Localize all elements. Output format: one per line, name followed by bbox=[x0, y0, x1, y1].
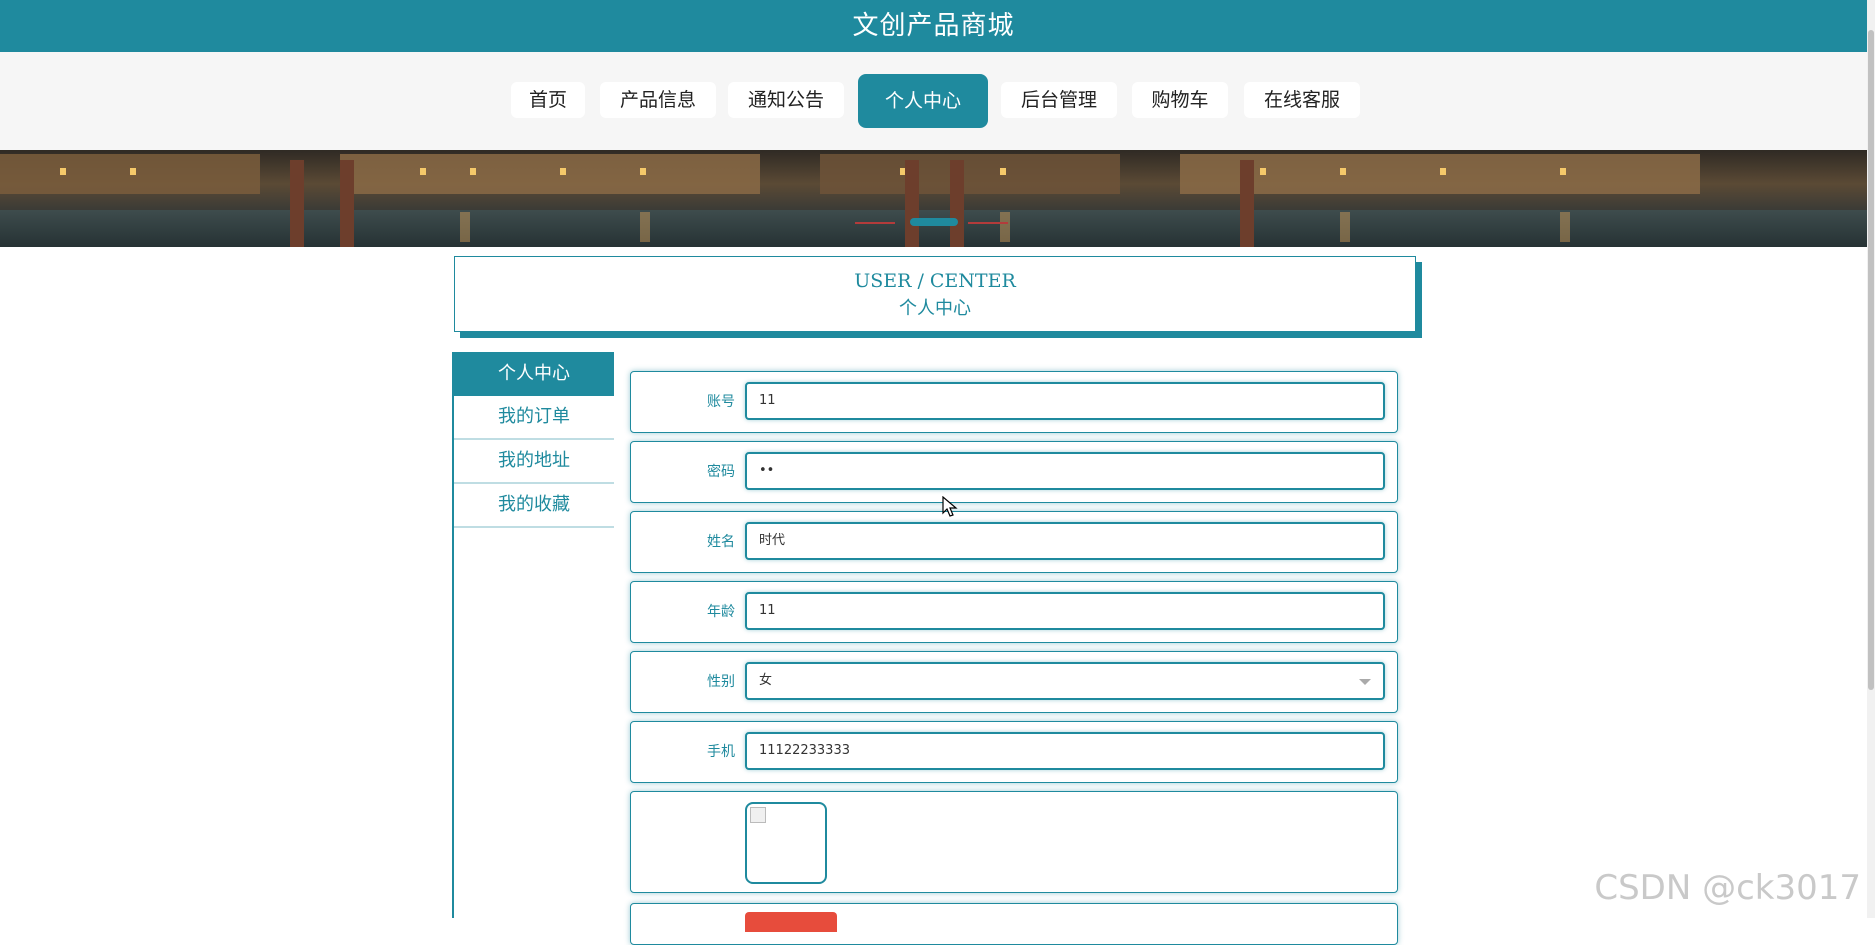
form-row-age: 年龄 11 bbox=[630, 581, 1398, 643]
nav-customer-service[interactable]: 在线客服 bbox=[1244, 82, 1360, 118]
age-label: 年龄 bbox=[707, 604, 735, 620]
mouse-cursor-icon bbox=[942, 496, 958, 517]
nav-products[interactable]: 产品信息 bbox=[600, 82, 716, 118]
form-row-gender: 性别 女 bbox=[630, 651, 1398, 713]
gender-select[interactable]: 女 bbox=[745, 662, 1385, 700]
chevron-down-icon bbox=[1359, 679, 1371, 685]
site-title: 文创产品商城 bbox=[852, 11, 1015, 41]
gender-label: 性别 bbox=[707, 674, 735, 690]
form-row-password: 密码 •• bbox=[630, 441, 1398, 503]
main-nav: 首页 产品信息 通知公告 个人中心 后台管理 购物车 在线客服 bbox=[0, 52, 1867, 150]
carousel-indicator-active[interactable] bbox=[910, 218, 958, 226]
watermark: CSDN @ck3017 bbox=[1594, 868, 1861, 908]
avatar-upload[interactable] bbox=[745, 802, 827, 884]
broken-image-icon bbox=[750, 807, 766, 823]
nav-notices[interactable]: 通知公告 bbox=[728, 82, 844, 118]
nav-cart[interactable]: 购物车 bbox=[1132, 82, 1228, 118]
section-title-en: USER / CENTER bbox=[854, 270, 1016, 292]
sidebar-item-addresses[interactable]: 我的地址 bbox=[454, 440, 614, 484]
section-title-cn: 个人中心 bbox=[899, 298, 971, 319]
sidebar-item-orders[interactable]: 我的订单 bbox=[454, 396, 614, 440]
sidebar-item-user-center[interactable]: 个人中心 bbox=[454, 352, 614, 396]
nav-home[interactable]: 首页 bbox=[511, 82, 585, 118]
form-row-name: 姓名 时代 bbox=[630, 511, 1398, 573]
scrollbar-thumb[interactable] bbox=[1868, 30, 1874, 690]
nav-admin[interactable]: 后台管理 bbox=[1001, 82, 1117, 118]
section-title: USER / CENTER 个人中心 bbox=[454, 256, 1416, 332]
phone-label: 手机 bbox=[707, 744, 735, 760]
password-input[interactable]: •• bbox=[745, 452, 1385, 490]
nav-user-center[interactable]: 个人中心 bbox=[858, 74, 988, 128]
form-row-phone: 手机 11122233333 bbox=[630, 721, 1398, 783]
account-label: 账号 bbox=[707, 394, 735, 410]
form-row-avatar bbox=[630, 791, 1398, 893]
name-input[interactable]: 时代 bbox=[745, 522, 1385, 560]
page-scrollbar[interactable] bbox=[1867, 0, 1875, 918]
submit-button[interactable] bbox=[745, 912, 837, 932]
password-label: 密码 bbox=[707, 464, 735, 480]
carousel-indicator[interactable] bbox=[968, 222, 1008, 224]
sidebar-item-favorites[interactable]: 我的收藏 bbox=[454, 484, 614, 528]
account-input[interactable]: 11 bbox=[745, 382, 1385, 420]
phone-input[interactable]: 11122233333 bbox=[745, 732, 1385, 770]
hero-banner bbox=[0, 150, 1867, 247]
site-header: 文创产品商城 bbox=[0, 0, 1867, 52]
age-input[interactable]: 11 bbox=[745, 592, 1385, 630]
gender-select-value: 女 bbox=[759, 673, 773, 688]
carousel-indicator[interactable] bbox=[855, 222, 895, 224]
form-row-actions bbox=[630, 903, 1398, 945]
user-sidebar: 个人中心 我的订单 我的地址 我的收藏 bbox=[452, 352, 614, 918]
name-label: 姓名 bbox=[707, 534, 735, 550]
form-row-account: 账号 11 bbox=[630, 371, 1398, 433]
